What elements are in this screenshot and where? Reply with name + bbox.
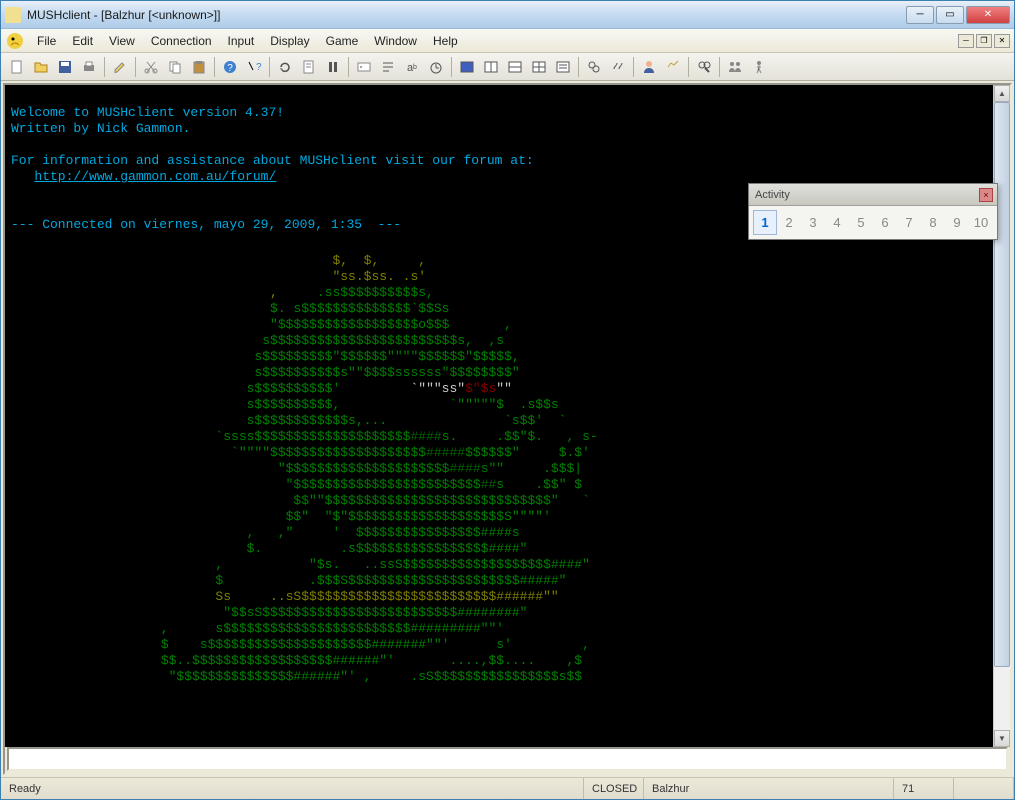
people-button[interactable] xyxy=(723,56,747,78)
find-button[interactable] xyxy=(692,56,716,78)
svg-text:?: ? xyxy=(256,62,262,73)
svg-text:?: ? xyxy=(227,63,233,74)
speedwalk-button[interactable] xyxy=(661,56,685,78)
command-input[interactable] xyxy=(7,747,1008,771)
mdi-minimize-button[interactable]: ─ xyxy=(958,34,974,48)
activity-world-10[interactable]: 10 xyxy=(969,210,993,235)
pause-button[interactable] xyxy=(321,56,345,78)
window2-button[interactable] xyxy=(479,56,503,78)
toolbar: ? ? ab xyxy=(1,53,1014,81)
activity-panel[interactable]: Activity × 12345678910 xyxy=(748,183,998,240)
menu-view[interactable]: View xyxy=(101,31,143,51)
help-button[interactable]: ? xyxy=(218,56,242,78)
menubar: FileEditViewConnectionInputDisplayGameWi… xyxy=(1,29,1014,53)
paste-button[interactable] xyxy=(187,56,211,78)
activity-title[interactable]: Activity × xyxy=(749,184,997,206)
welcome-line-2: Written by Nick Gammon. xyxy=(11,121,190,136)
menu-connection[interactable]: Connection xyxy=(143,31,220,51)
info-line: For information and assistance about MUS… xyxy=(11,153,534,168)
scroll-down-button[interactable]: ▼ xyxy=(994,730,1010,747)
status-number: 71 xyxy=(894,778,954,799)
status-ready: Ready xyxy=(1,778,584,799)
window-title: MUSHclient - [Balzhur [<unknown>]] xyxy=(27,8,906,22)
status-closed: CLOSED xyxy=(584,778,644,799)
activity-world-7[interactable]: 7 xyxy=(897,210,921,235)
svg-text:b: b xyxy=(413,64,417,71)
forum-link[interactable]: http://www.gammon.com.au/forum/ xyxy=(34,169,276,184)
status-world: Balzhur xyxy=(644,778,894,799)
titlebar: MUSHclient - [Balzhur [<unknown>]] ─ ▭ ✕ xyxy=(1,1,1014,29)
activity-world-1[interactable]: 1 xyxy=(753,210,777,235)
activity-title-text: Activity xyxy=(755,189,790,201)
app-icon xyxy=(5,31,25,51)
cut-button[interactable] xyxy=(139,56,163,78)
world-config-button[interactable] xyxy=(352,56,376,78)
menu-window[interactable]: Window xyxy=(366,31,425,51)
new-button[interactable] xyxy=(5,56,29,78)
menu-display[interactable]: Display xyxy=(262,31,317,51)
script-button[interactable] xyxy=(606,56,630,78)
activity-world-9[interactable]: 9 xyxy=(945,210,969,235)
context-help-button[interactable]: ? xyxy=(242,56,266,78)
triggers-button[interactable] xyxy=(376,56,400,78)
activity-world-5[interactable]: 5 xyxy=(849,210,873,235)
plugin-button[interactable] xyxy=(582,56,606,78)
activity-close-button[interactable]: × xyxy=(979,188,993,202)
ascii-art-dragon: $, $, , "ss.$ss. .s' , .ss$$$$$$$$$$s, $… xyxy=(75,253,598,685)
app-icon-small xyxy=(5,7,21,23)
close-button[interactable]: ✕ xyxy=(966,6,1010,24)
timers-button[interactable] xyxy=(424,56,448,78)
activity-world-6[interactable]: 6 xyxy=(873,210,897,235)
status-empty xyxy=(954,778,1014,799)
activity-world-4[interactable]: 4 xyxy=(825,210,849,235)
aliases-button[interactable]: ab xyxy=(400,56,424,78)
copy-button[interactable] xyxy=(163,56,187,78)
menu-help[interactable]: Help xyxy=(425,31,466,51)
activity-world-2[interactable]: 2 xyxy=(777,210,801,235)
reconnect-button[interactable] xyxy=(273,56,297,78)
statusbar: Ready CLOSED Balzhur 71 xyxy=(1,777,1014,799)
connected-line: --- Connected on viernes, mayo 29, 2009,… xyxy=(11,217,401,232)
window1-button[interactable] xyxy=(455,56,479,78)
print-button[interactable] xyxy=(77,56,101,78)
maximize-button[interactable]: ▭ xyxy=(936,6,964,24)
menu-file[interactable]: File xyxy=(29,31,64,51)
user-button[interactable] xyxy=(637,56,661,78)
mdi-close-button[interactable]: ✕ xyxy=(994,34,1010,48)
save-button[interactable] xyxy=(53,56,77,78)
mdi-restore-button[interactable]: ❐ xyxy=(976,34,992,48)
edit-button[interactable] xyxy=(108,56,132,78)
menu-game[interactable]: Game xyxy=(318,31,367,51)
scroll-up-button[interactable]: ▲ xyxy=(994,85,1010,102)
minimize-button[interactable]: ─ xyxy=(906,6,934,24)
welcome-line-1: Welcome to MUSHclient version 4.37! xyxy=(11,105,284,120)
window4-button[interactable] xyxy=(527,56,551,78)
notepad-button[interactable] xyxy=(297,56,321,78)
menu-input[interactable]: Input xyxy=(220,31,263,51)
window3-button[interactable] xyxy=(503,56,527,78)
window-list-button[interactable] xyxy=(551,56,575,78)
activity-world-3[interactable]: 3 xyxy=(801,210,825,235)
menu-edit[interactable]: Edit xyxy=(64,31,101,51)
person-walk-button[interactable] xyxy=(747,56,771,78)
open-button[interactable] xyxy=(29,56,53,78)
activity-world-8[interactable]: 8 xyxy=(921,210,945,235)
